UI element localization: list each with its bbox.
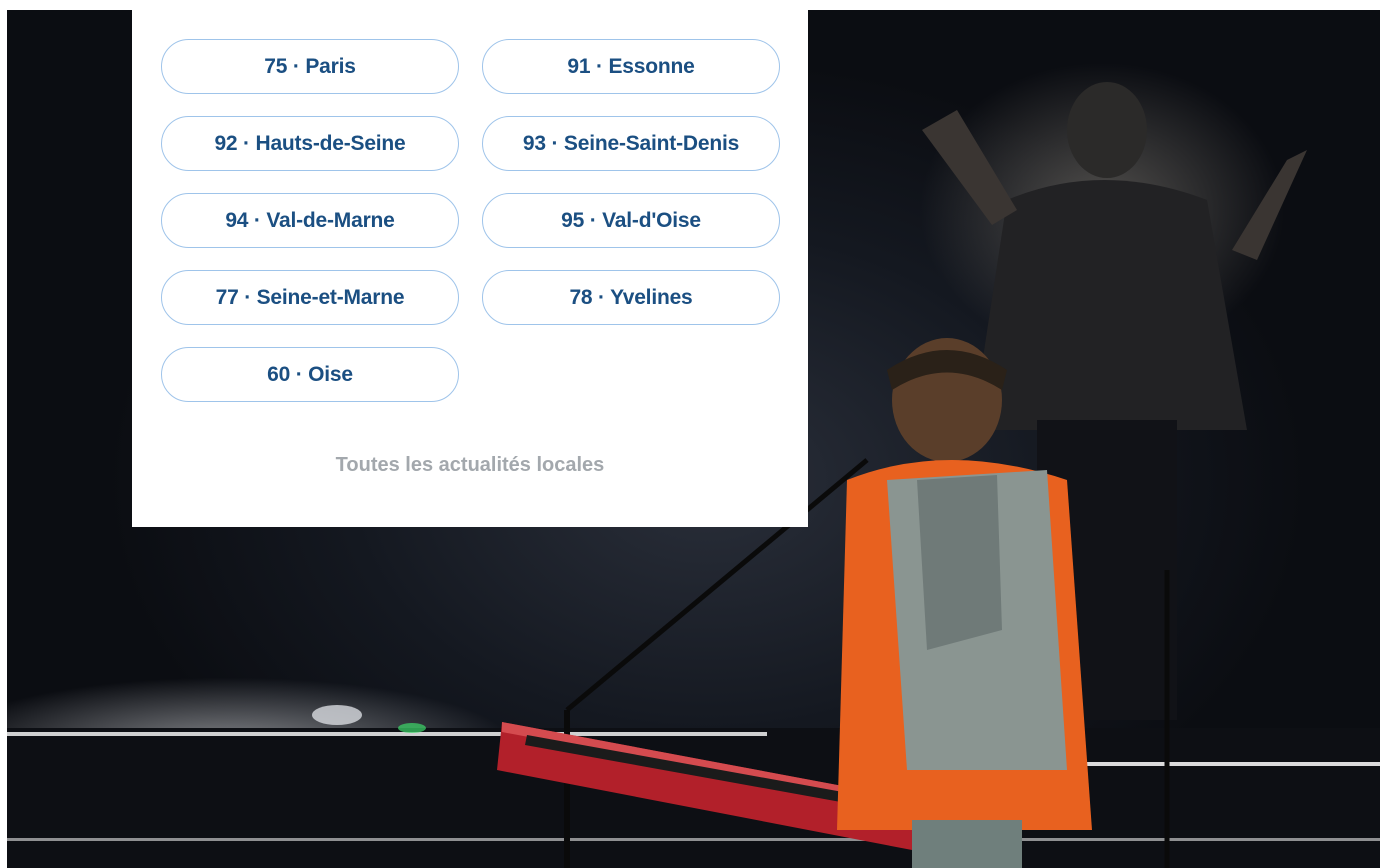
department-list: 75 · Paris 91 · Essonne 92 · Hauts-de-Se… [161,39,780,402]
department-button-oise[interactable]: 60 · Oise [161,347,459,402]
department-button-paris[interactable]: 75 · Paris [161,39,459,94]
all-local-news-link[interactable]: Toutes les actualités locales [132,454,808,477]
department-button-seine-et-marne[interactable]: 77 · Seine-et-Marne [161,270,459,325]
department-button-val-doise[interactable]: 95 · Val-d'Oise [482,193,780,248]
department-button-val-de-marne[interactable]: 94 · Val-de-Marne [161,193,459,248]
department-button-hauts-de-seine[interactable]: 92 · Hauts-de-Seine [161,116,459,171]
department-button-essonne[interactable]: 91 · Essonne [482,39,780,94]
department-button-seine-saint-denis[interactable]: 93 · Seine-Saint-Denis [482,116,780,171]
department-button-yvelines[interactable]: 78 · Yvelines [482,270,780,325]
local-news-panel: 75 · Paris 91 · Essonne 92 · Hauts-de-Se… [132,10,808,527]
